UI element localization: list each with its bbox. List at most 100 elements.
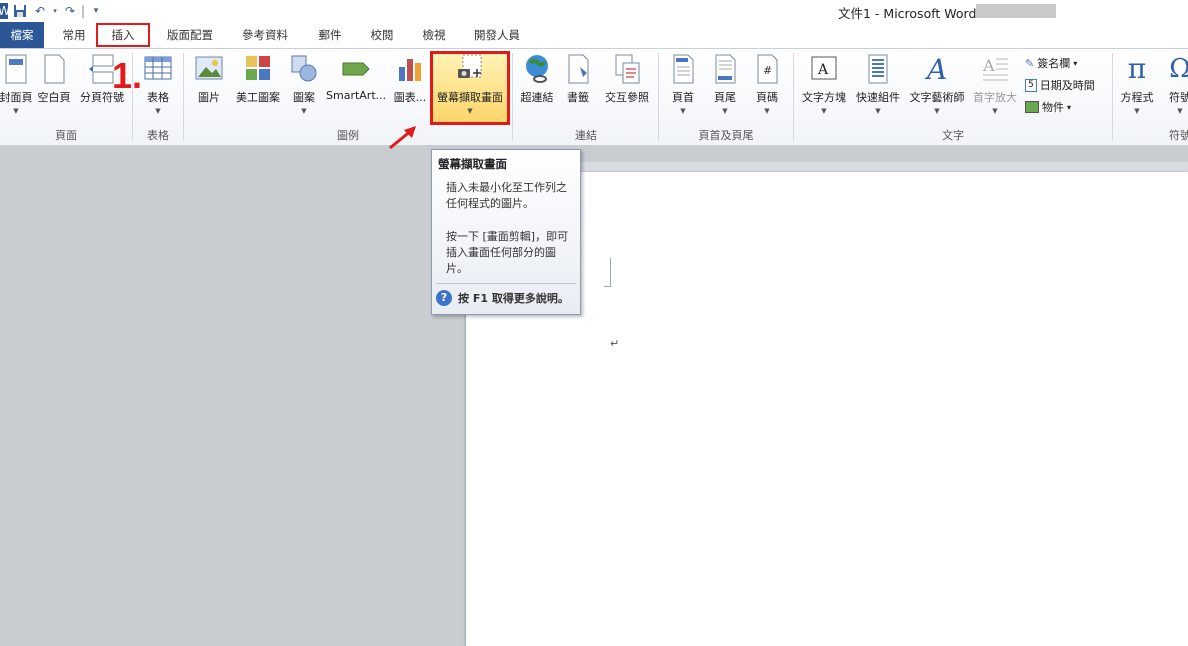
tab-home[interactable]: 常用 <box>52 22 96 48</box>
picture-icon <box>195 56 223 80</box>
tab-review[interactable]: 校閱 <box>362 22 402 48</box>
smartart-button[interactable]: SmartArt... <box>326 53 386 102</box>
group-separator <box>512 53 513 141</box>
screenshot-button[interactable]: 螢幕擷取畫面 ▼ <box>433 53 507 115</box>
chevron-down-icon: ▼ <box>1134 107 1140 115</box>
drop-cap-button[interactable]: A 首字放大 ▼ <box>970 53 1020 115</box>
blank-page-label: 空白頁 <box>37 91 71 104</box>
header-button[interactable]: 頁首 ▼ <box>666 53 700 115</box>
undo-icon[interactable]: ↶ <box>32 3 48 19</box>
save-icon[interactable] <box>12 3 28 19</box>
group-label-pages: 頁面 <box>55 129 77 142</box>
picture-button[interactable]: 圖片 <box>192 53 226 105</box>
chart-label: 圖表... <box>393 91 427 104</box>
footer-label: 頁尾 <box>714 91 736 104</box>
text-box-icon: A <box>811 56 837 80</box>
svg-text:A: A <box>817 62 829 78</box>
window-title: 文件1 - Microsoft Word <box>838 6 977 21</box>
customize-qat-icon[interactable]: ▾ <box>88 3 104 19</box>
ribbon: 封面頁 ▼ 空白頁 分頁符號 頁面 表格 ▼ 表格 圖片 美工圖案 圖案 ▼ S… <box>0 48 1188 146</box>
chevron-down-icon: ▼ <box>467 107 473 115</box>
word-icon[interactable]: W <box>0 3 10 19</box>
calendar-icon: 5 <box>1025 78 1037 92</box>
footer-button[interactable]: 頁尾 ▼ <box>708 53 742 115</box>
omega-icon: Ω <box>1169 54 1188 84</box>
blank-page-button[interactable]: 空白頁 <box>36 53 72 105</box>
table-button[interactable]: 表格 ▼ <box>140 53 176 115</box>
quick-parts-label: 快速組件 <box>856 91 900 104</box>
cross-reference-label: 交互參照 <box>605 91 649 104</box>
wordart-icon: A <box>924 53 947 85</box>
smartart-label: SmartArt... <box>326 89 387 102</box>
header-label: 頁首 <box>672 91 694 104</box>
tab-developer[interactable]: 開發人員 <box>466 22 528 48</box>
hyperlink-button[interactable]: 超連結 <box>518 53 556 105</box>
cover-page-button[interactable]: 封面頁 ▼ <box>0 53 36 115</box>
svg-text:A: A <box>982 56 995 75</box>
screenshot-icon <box>458 54 482 78</box>
chevron-down-icon: ▼ <box>821 107 827 115</box>
group-separator <box>658 53 659 141</box>
page-number-button[interactable]: # 頁碼 ▼ <box>750 53 784 115</box>
bookmark-label: 書籤 <box>567 91 589 104</box>
bookmark-button[interactable]: 書籤 <box>562 53 594 105</box>
wordart-button[interactable]: A 文字藝術師 ▼ <box>905 53 969 115</box>
symbol-label: 符號 <box>1169 91 1188 104</box>
globe-link-icon <box>526 55 548 83</box>
date-time-button[interactable]: 5 日期及時間 <box>1025 77 1095 93</box>
text-box-button[interactable]: A 文字方塊 ▼ <box>798 53 850 115</box>
tooltip-divider <box>436 283 576 284</box>
object-button[interactable]: 物件 ▾ <box>1025 99 1071 115</box>
clip-art-button[interactable]: 美工圖案 <box>230 53 286 105</box>
group-label-illustrations: 圖例 <box>337 129 359 142</box>
equation-button[interactable]: π 方程式 ▼ <box>1116 53 1158 116</box>
shapes-label: 圖案 <box>293 91 315 104</box>
group-label-table: 表格 <box>147 129 169 142</box>
cover-page-label: 封面頁 <box>0 91 33 104</box>
chevron-down-icon: ▾ <box>1067 102 1072 112</box>
chevron-down-icon: ▼ <box>155 107 161 115</box>
chevron-down-icon: ▼ <box>13 107 19 115</box>
red-arrow-annotation <box>389 126 416 150</box>
date-time-label: 日期及時間 <box>1039 79 1095 92</box>
group-label-symbols: 符號 <box>1169 129 1188 142</box>
screenshot-tooltip: 螢幕擷取畫面 插入未最小化至工作列之任何程式的圖片。 按一下 [畫面剪輯]，即可… <box>431 149 581 315</box>
tab-page-layout[interactable]: 版面配置 <box>160 22 220 48</box>
wordart-label: 文字藝術師 <box>909 91 965 104</box>
drop-cap-icon: A <box>982 56 1008 81</box>
symbol-button[interactable]: Ω 符號 ▼ <box>1160 53 1188 115</box>
table-label: 表格 <box>147 91 169 104</box>
blank-page-icon <box>44 54 65 84</box>
cross-reference-button[interactable]: 交互參照 <box>600 53 654 105</box>
tab-view[interactable]: 檢視 <box>414 22 454 48</box>
tab-file[interactable]: 檔案 <box>0 22 44 48</box>
text-box-label: 文字方塊 <box>802 91 846 104</box>
group-label-header-footer: 頁首及頁尾 <box>698 129 754 142</box>
shapes-button[interactable]: 圖案 ▼ <box>288 53 320 115</box>
tab-insert[interactable]: 插入 <box>98 22 148 48</box>
ribbon-tabs: 檔案 常用 插入 版面配置 參考資料 郵件 校閱 檢視 開發人員 <box>0 22 1188 48</box>
page-number-label: 頁碼 <box>756 91 778 104</box>
signature-line-icon: ✎ <box>1025 56 1035 70</box>
help-icon: ? <box>436 290 452 306</box>
margin-corner-mark <box>604 258 611 287</box>
chart-button[interactable]: 圖表... <box>392 53 428 105</box>
signature-line-button[interactable]: ✎ 簽名欄 ▾ <box>1025 55 1077 71</box>
chevron-down-icon: ▾ <box>1073 58 1078 68</box>
undo-dropdown-icon[interactable]: ▾ <box>52 3 58 19</box>
smartart-icon <box>342 62 370 76</box>
clip-art-icon <box>246 56 270 80</box>
tooltip-title: 螢幕擷取畫面 <box>438 157 507 171</box>
redo-icon[interactable]: ↷ <box>62 3 78 19</box>
chevron-down-icon: ▼ <box>764 107 770 115</box>
chevron-down-icon: ▼ <box>680 107 686 115</box>
svg-text:#: # <box>763 64 772 77</box>
screenshot-label: 螢幕擷取畫面 <box>437 91 503 104</box>
tab-mailings[interactable]: 郵件 <box>310 22 350 48</box>
tab-references[interactable]: 參考資料 <box>234 22 296 48</box>
drop-cap-label: 首字放大 <box>973 91 1017 104</box>
quick-parts-button[interactable]: 快速組件 ▼ <box>852 53 904 115</box>
equation-label: 方程式 <box>1120 91 1154 104</box>
tooltip-help-text: 按 F1 取得更多說明。 <box>458 292 569 305</box>
signature-line-label: 簽名欄 <box>1037 57 1071 70</box>
